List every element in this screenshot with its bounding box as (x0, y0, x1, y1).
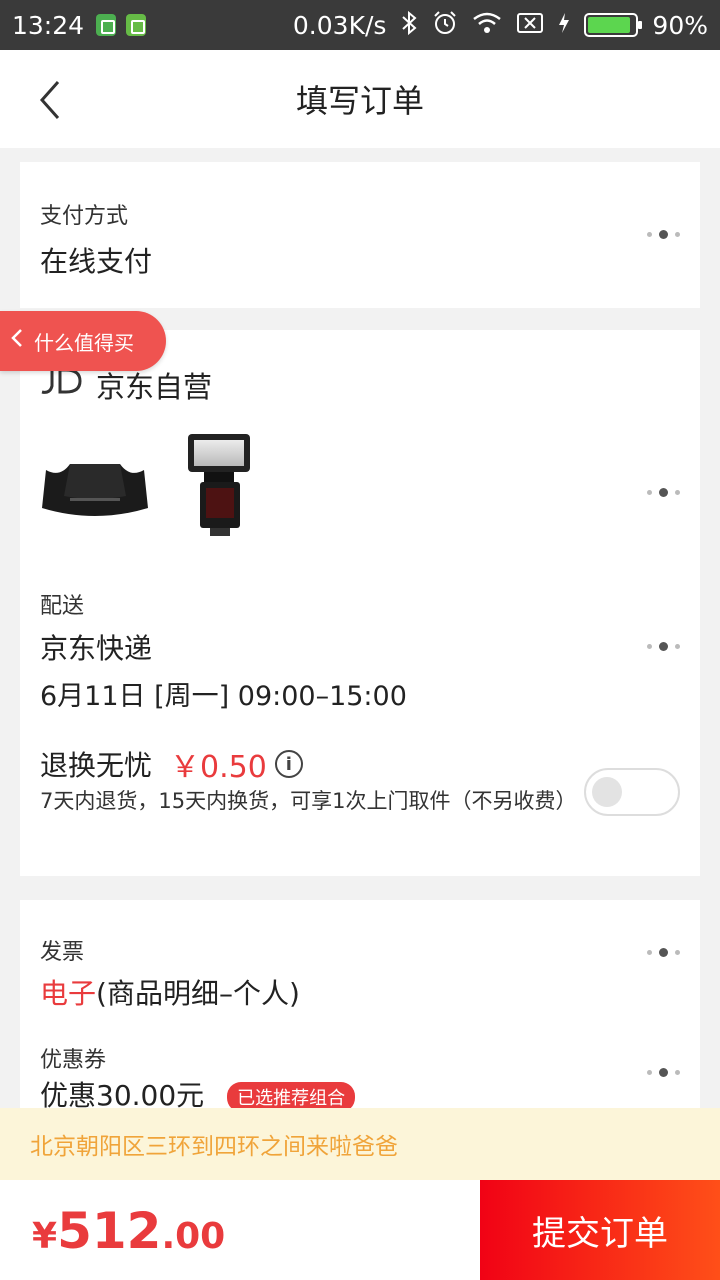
checkout-bar: ¥ 512 .00 提交订单 (0, 1180, 720, 1280)
payment-method-value: 在线支付 (40, 245, 153, 278)
invoice-type-highlight: 电子 (40, 977, 97, 1010)
status-bar: 13:24 0.03K/s 90% (0, 0, 720, 50)
delivery-label: 配送 (40, 594, 85, 619)
return-service-title: 退换无忧 (40, 749, 153, 782)
jd-logo-icon (40, 366, 84, 404)
battery-percent: 90% (652, 10, 708, 40)
page-title: 填写订单 (295, 82, 424, 120)
payment-method-label: 支付方式 (40, 204, 129, 229)
network-speed: 0.03K/s (292, 10, 387, 40)
more-icon[interactable] (647, 488, 680, 497)
return-service-price: ￥0.50 (170, 750, 267, 785)
status-time: 13:24 (12, 10, 85, 40)
smzdm-tag-label: 什么值得买 (34, 330, 134, 355)
product-lens-hood-image[interactable] (40, 448, 150, 526)
product-flash-image[interactable] (182, 430, 256, 540)
app-notification-icon-2 (126, 14, 147, 36)
order-items-card: 京东自营 配送 京东快递 6月11日 [周一] 09:00–15:00 退换无忧… (20, 330, 700, 876)
invoice-value[interactable]: 电子(商品明细–个人) (40, 972, 300, 1012)
app-notification-icon (96, 14, 117, 36)
battery-icon (584, 13, 643, 37)
wifi-icon (472, 11, 502, 39)
payment-method-card[interactable]: 支付方式 在线支付 (20, 162, 700, 308)
info-icon[interactable]: i (274, 750, 303, 778)
total-integer: 512 (57, 1202, 162, 1260)
no-sim-icon (516, 12, 544, 38)
order-total: ¥ 512 .00 (32, 1202, 225, 1260)
charging-icon (558, 12, 570, 38)
coupon-label: 优惠券 (40, 1048, 107, 1073)
more-icon[interactable] (647, 948, 680, 957)
more-icon[interactable] (647, 642, 680, 651)
page-header: 填写订单 (0, 50, 720, 148)
address-notice-text: 北京朝阳区三环到四环之间来啦爸爸 (30, 1134, 398, 1160)
return-service-toggle[interactable] (584, 768, 680, 816)
invoice-type-detail: (商品明细–个人) (96, 977, 300, 1010)
invoice-label: 发票 (40, 940, 85, 965)
bluetooth-icon (400, 10, 418, 40)
delivery-time[interactable]: 6月11日 [周一] 09:00–15:00 (40, 674, 407, 713)
chevron-left-icon (10, 328, 24, 354)
toggle-knob (592, 777, 622, 807)
smzdm-return-tag[interactable]: 什么值得买 (0, 311, 166, 371)
submit-order-button[interactable]: 提交订单 (480, 1180, 720, 1280)
return-service-description: 7天内退货，15天内换货，可享1次上门取件（不另收费） (40, 789, 577, 813)
total-currency: ¥ (32, 1216, 58, 1257)
more-icon[interactable] (647, 1068, 680, 1077)
alarm-icon (432, 10, 458, 40)
back-button[interactable] (32, 78, 72, 122)
delivery-carrier[interactable]: 京东快递 (40, 627, 152, 667)
back-arrow-icon (39, 81, 60, 119)
total-decimal: .00 (161, 1216, 226, 1257)
address-notice[interactable]: 北京朝阳区三环到四环之间来啦爸爸 (0, 1108, 720, 1180)
more-icon[interactable] (647, 230, 680, 239)
battery-fill (588, 17, 630, 33)
return-service-row: 退换无忧 ￥0.50 i (40, 742, 303, 786)
